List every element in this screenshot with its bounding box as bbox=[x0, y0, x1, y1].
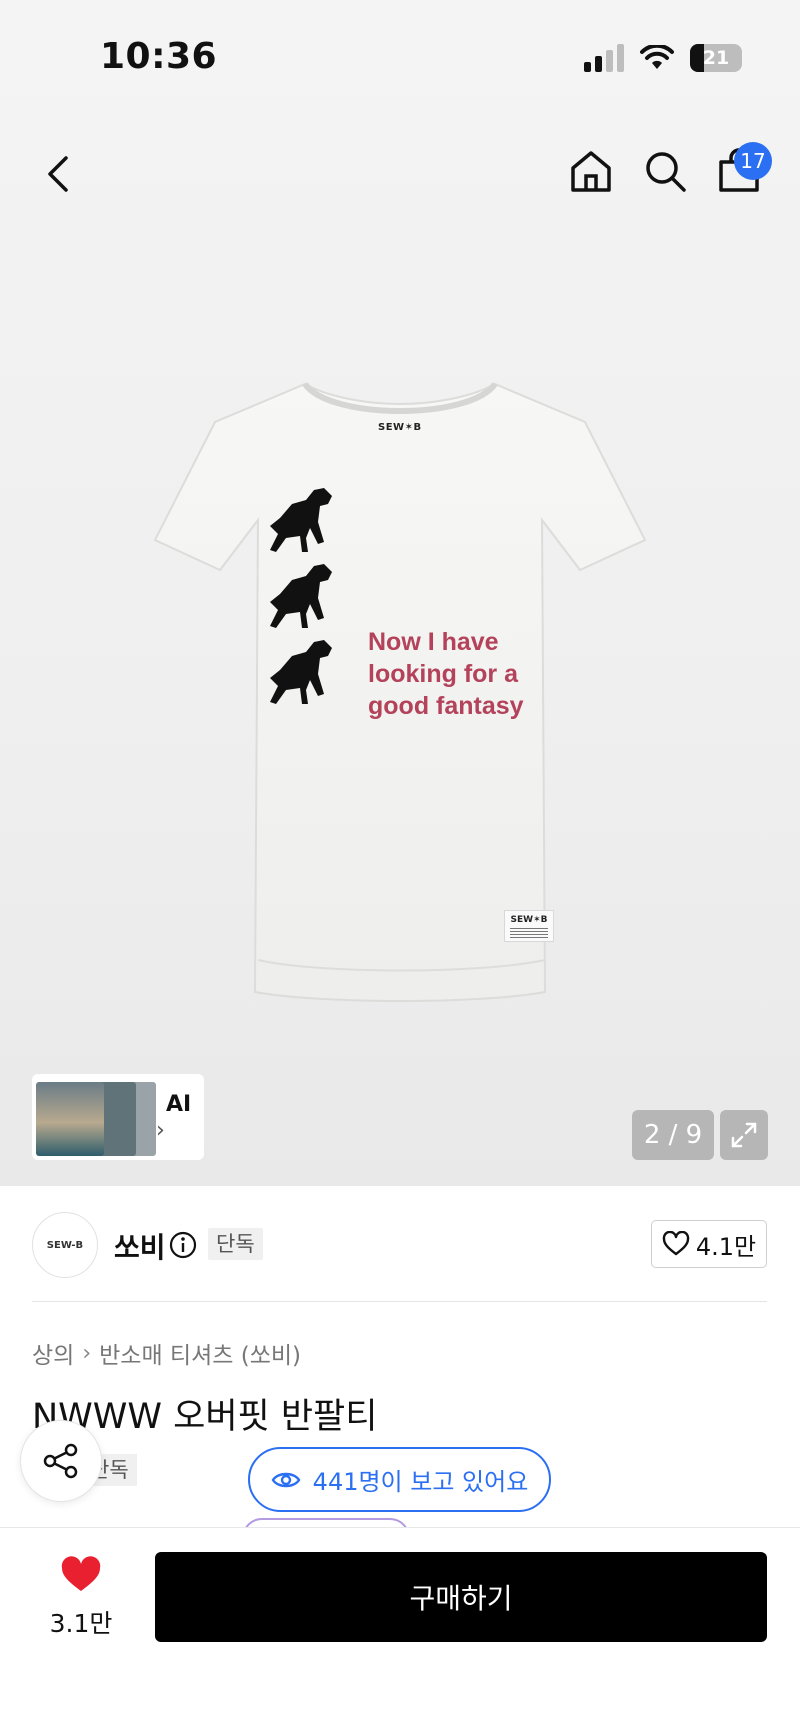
share-icon bbox=[43, 1443, 78, 1479]
ai-label: AI bbox=[166, 1091, 192, 1117]
search-icon[interactable] bbox=[642, 148, 688, 194]
expand-icon bbox=[731, 1122, 757, 1148]
brand-like-count: 4.1만 bbox=[695, 1232, 757, 1261]
buy-button[interactable]: 구매하기 bbox=[155, 1552, 767, 1642]
eye-icon bbox=[271, 1472, 301, 1487]
info-icon[interactable] bbox=[168, 1230, 198, 1260]
expand-button[interactable] bbox=[720, 1110, 768, 1160]
breadcrumb-item[interactable]: 상의 bbox=[32, 1336, 74, 1370]
hem-tag-label: SEW✶B bbox=[510, 915, 548, 925]
ai-styling-card[interactable]: AI › bbox=[32, 1074, 204, 1160]
status-time: 10:36 bbox=[100, 36, 218, 77]
product-image-area[interactable]: 10:36 21 17 SEW✶B Now I have looking for… bbox=[0, 0, 800, 1186]
share-button[interactable] bbox=[20, 1420, 102, 1502]
chevron-left-icon[interactable] bbox=[38, 150, 78, 198]
brand-logo[interactable]: SEW-B bbox=[32, 1212, 98, 1278]
brand-name[interactable]: 쏘비 bbox=[114, 1226, 166, 1266]
heart-outline-icon bbox=[662, 1231, 690, 1256]
chevron-right-icon: › bbox=[156, 1117, 165, 1143]
collar-label: SEW✶B bbox=[378, 422, 422, 433]
heart-filled-icon bbox=[61, 1556, 101, 1591]
image-page-counter: 2 / 9 bbox=[632, 1110, 714, 1160]
brand-like-button[interactable]: 4.1만 bbox=[651, 1220, 767, 1268]
product-page: 10:36 21 17 SEW✶B Now I have looking for… bbox=[0, 0, 800, 1735]
ai-thumbnails bbox=[36, 1078, 156, 1156]
brand-logo-text: SEW-B bbox=[46, 1239, 84, 1251]
divider bbox=[32, 1301, 767, 1302]
status-icons: 21 bbox=[584, 44, 742, 72]
exclusive-tag: 단독 bbox=[208, 1228, 263, 1260]
breadcrumb-item[interactable]: 반소매 티셔츠 (쏘비) bbox=[99, 1336, 301, 1370]
hem-tag: SEW✶B bbox=[504, 910, 554, 942]
signal-icon bbox=[584, 44, 624, 72]
chevron-right-icon: › bbox=[82, 1340, 92, 1366]
battery-level: 21 bbox=[702, 47, 730, 69]
print-line: Now I have bbox=[368, 628, 499, 656]
print-line: good fantasy bbox=[368, 692, 524, 720]
battery-icon: 21 bbox=[690, 44, 742, 72]
wifi-icon bbox=[640, 45, 674, 69]
breadcrumb: 상의 › 반소매 티셔츠 (쏘비) bbox=[32, 1336, 301, 1370]
shirt-print-text: Now I have looking for a good fantasy bbox=[368, 626, 524, 722]
wishlist-count: 3.1만 bbox=[49, 1609, 113, 1638]
print-line: looking for a bbox=[368, 660, 518, 688]
cart-count-badge: 17 bbox=[734, 142, 772, 180]
viewers-badge: 441명이 보고 있어요 bbox=[248, 1447, 551, 1512]
viewers-text: 441명이 보고 있어요 bbox=[312, 1468, 529, 1496]
home-icon[interactable] bbox=[568, 148, 614, 194]
brand-row: SEW-B 쏘비 단독 4.1만 bbox=[0, 1186, 800, 1302]
bottom-action-bar: 3.1만 구매하기 bbox=[0, 1527, 800, 1735]
wishlist-button[interactable]: 3.1만 bbox=[40, 1556, 122, 1640]
